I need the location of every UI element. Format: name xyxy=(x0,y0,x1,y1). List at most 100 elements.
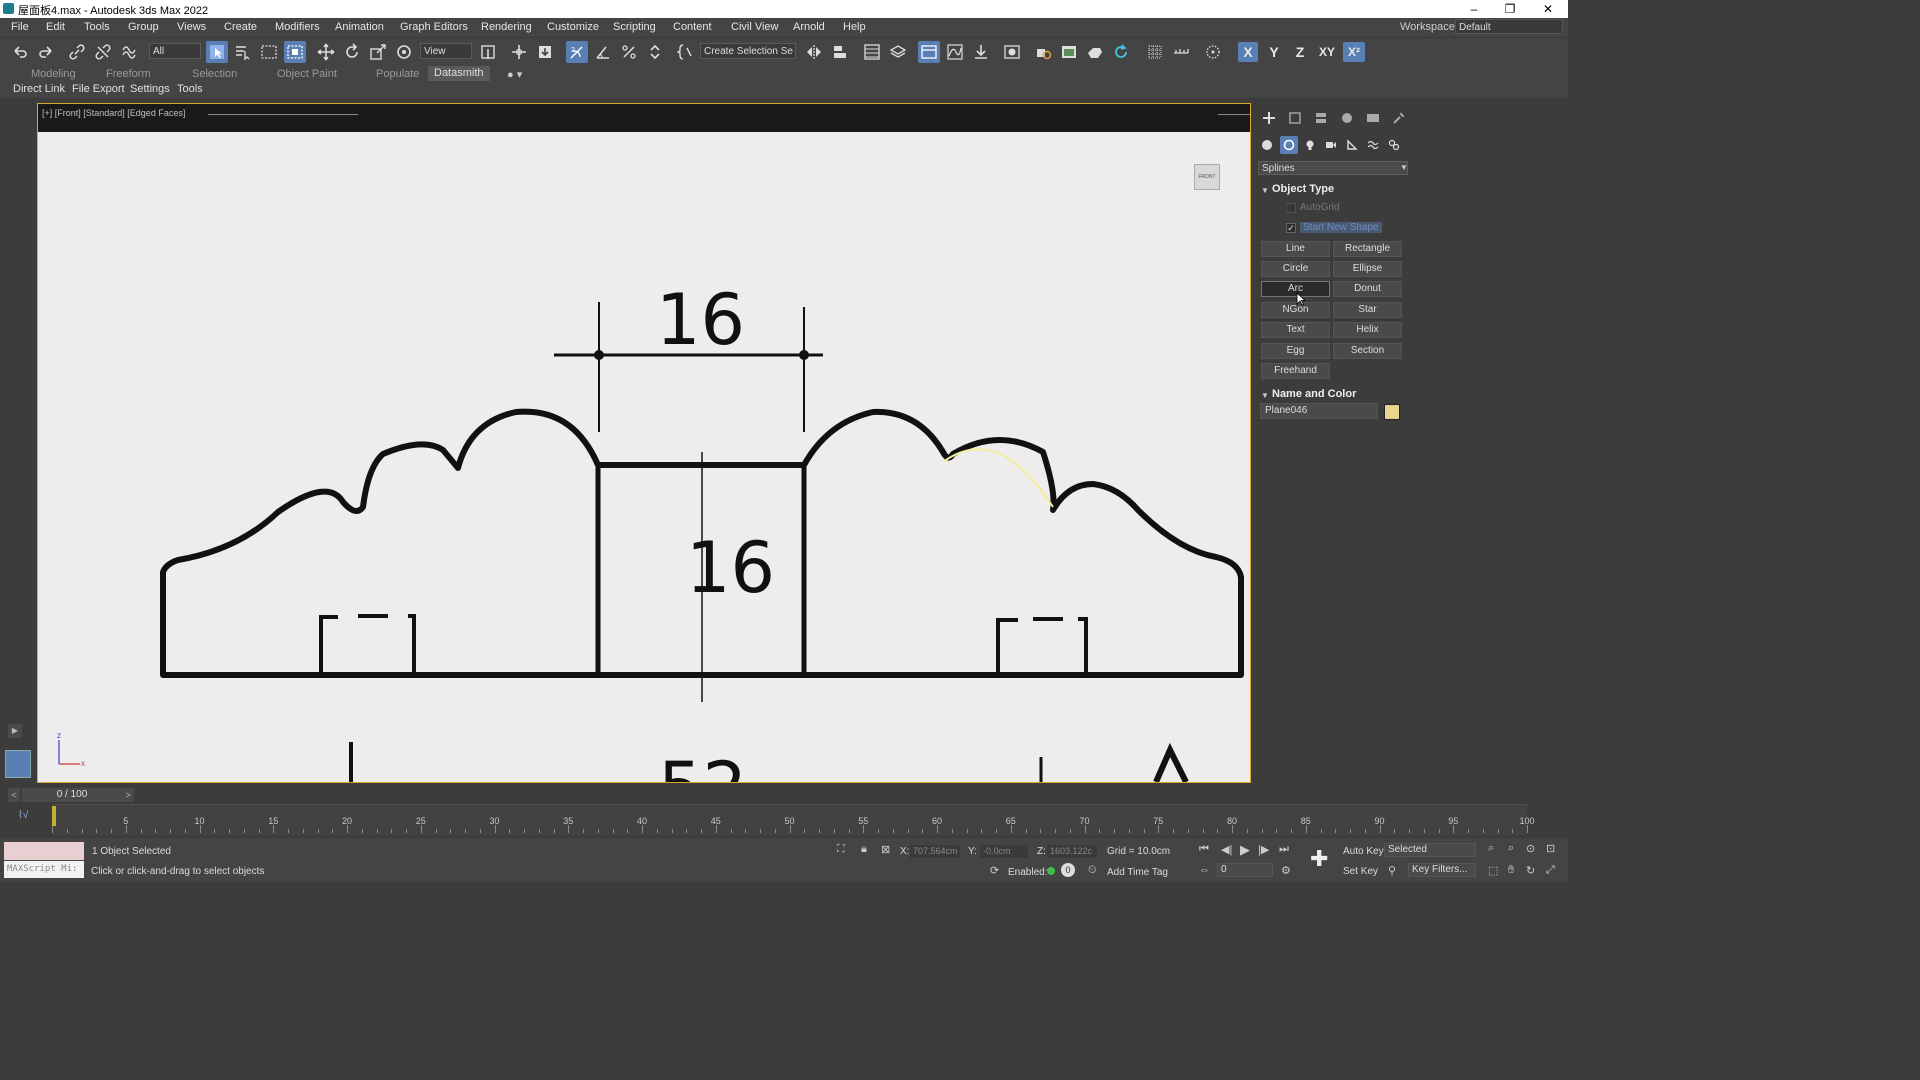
text-button[interactable]: Text xyxy=(1261,322,1330,338)
rollout-collapse-icon[interactable]: ▼ xyxy=(1261,391,1269,400)
key-filters-button[interactable]: Key Filters... xyxy=(1408,863,1476,877)
edit-named-selection-icon[interactable] xyxy=(675,41,697,63)
render-production-icon[interactable] xyxy=(1084,41,1106,63)
shapes-category-icon[interactable] xyxy=(1280,136,1298,154)
front-viewport[interactable]: [+] [Front] [Standard] [Edged Faces] 16 … xyxy=(37,103,1251,783)
set-keys-icon[interactable]: ✚ xyxy=(1310,846,1328,872)
current-frame-field[interactable]: 0 xyxy=(1217,863,1273,877)
menu-rendering[interactable]: Rendering xyxy=(481,21,532,33)
menu-scripting[interactable]: Scripting xyxy=(613,21,656,33)
modify-tab-icon[interactable] xyxy=(1286,109,1304,127)
display-tab-icon[interactable] xyxy=(1364,109,1382,127)
menu-civil-view[interactable]: Civil View xyxy=(731,21,778,33)
circle-button[interactable]: Circle xyxy=(1261,261,1330,277)
rectangular-selection-icon[interactable] xyxy=(258,41,280,63)
time-slider-thumb[interactable]: 0 / 100 xyxy=(22,788,122,802)
menu-customize[interactable]: Customize xyxy=(547,21,599,33)
restore-button[interactable]: ❐ xyxy=(1492,0,1528,18)
menu-arnold[interactable]: Arnold xyxy=(793,21,825,33)
align-icon[interactable] xyxy=(829,41,851,63)
hierarchy-tab-icon[interactable] xyxy=(1312,109,1330,127)
enabled-count-badge[interactable]: 0 xyxy=(1061,863,1075,877)
minimize-button[interactable]: – xyxy=(1456,0,1492,18)
ellipse-button[interactable]: Ellipse xyxy=(1333,261,1402,277)
go-to-end-icon[interactable]: ⏭ xyxy=(1279,843,1289,856)
pivot-center-icon[interactable] xyxy=(477,41,499,63)
reference-coordinate-select[interactable]: View xyxy=(420,43,472,59)
key-mode-select[interactable]: Selected xyxy=(1384,843,1476,857)
key-mode-toggle-icon[interactable]: ⇔ xyxy=(1199,864,1210,876)
donut-button[interactable]: Donut xyxy=(1333,281,1402,297)
axis-x-button[interactable]: X xyxy=(1238,42,1258,62)
menu-group[interactable]: Group xyxy=(128,21,159,33)
playhead[interactable] xyxy=(52,806,56,826)
pan-icon[interactable]: ✋︎ xyxy=(1508,864,1514,877)
field-of-view-icon[interactable]: ⬚ xyxy=(1488,864,1498,877)
object-name-field[interactable]: Plane046 xyxy=(1260,403,1378,419)
spinner-snap-icon[interactable] xyxy=(644,41,666,63)
reference-drawing[interactable]: 16 16 52 z x FRONT xyxy=(38,132,1250,782)
link-icon[interactable] xyxy=(66,41,88,63)
percent-snap-icon[interactable] xyxy=(618,41,640,63)
shape-category-select[interactable]: Splines xyxy=(1258,161,1408,175)
time-prev-button[interactable]: < xyxy=(8,788,20,802)
redo-icon[interactable] xyxy=(35,41,57,63)
dotted-circle-icon[interactable] xyxy=(1202,41,1224,63)
start-new-shape-checkbox[interactable]: ✓ xyxy=(1286,223,1296,233)
render-setup-icon[interactable] xyxy=(1032,41,1054,63)
lights-category-icon[interactable] xyxy=(1301,136,1319,154)
tab-selection[interactable]: Selection xyxy=(192,68,237,80)
tab-modeling[interactable]: Modeling xyxy=(31,68,76,80)
close-button[interactable]: ✕ xyxy=(1530,0,1566,18)
menu-animation[interactable]: Animation xyxy=(335,21,384,33)
render-active-shade-icon[interactable] xyxy=(1110,41,1132,63)
maximize-viewport-icon[interactable]: ⤢ xyxy=(1546,864,1555,877)
unlink-icon[interactable] xyxy=(92,41,114,63)
zoom-extents-all-icon[interactable]: ⊡ xyxy=(1546,842,1555,855)
zoom-extents-icon[interactable]: ⊙ xyxy=(1526,842,1535,855)
set-key-button[interactable]: Set Key xyxy=(1343,866,1378,877)
y-coordinate-field[interactable]: -0.0cm xyxy=(980,845,1028,858)
menu-create[interactable]: Create xyxy=(224,21,257,33)
menu-views[interactable]: Views xyxy=(177,21,206,33)
key-filters-icon[interactable]: ⚲ xyxy=(1388,864,1396,877)
freehand-button[interactable]: Freehand xyxy=(1261,363,1330,379)
axis-y-button[interactable]: Y xyxy=(1264,42,1284,62)
menu-tools[interactable]: Tools xyxy=(84,21,110,33)
axis-xy-button[interactable]: XY xyxy=(1316,42,1338,62)
utilities-tab-icon[interactable] xyxy=(1390,109,1408,127)
placement-icon[interactable] xyxy=(393,41,415,63)
viewcube[interactable]: FRONT xyxy=(1194,164,1220,190)
zoom-icon[interactable]: ⌕ xyxy=(1488,842,1494,855)
workspace-select[interactable]: Default xyxy=(1455,19,1563,34)
scale-icon[interactable] xyxy=(367,41,389,63)
settings-button[interactable]: Settings xyxy=(130,83,170,95)
section-button[interactable]: Section xyxy=(1333,343,1402,359)
track-bar[interactable]: ⌇√ 5 10 15 20 25 30 35 40 45 50 55 60 65 70 75 80 85 90 95… xyxy=(0,804,1568,838)
cameras-category-icon[interactable] xyxy=(1322,136,1340,154)
mini-curve-editor-icon[interactable]: ⌇√ xyxy=(18,810,28,821)
maxscript-output[interactable] xyxy=(4,842,84,860)
time-tag-icon[interactable]: ⏲ xyxy=(1088,864,1097,877)
viewport-label[interactable]: [+] [Front] [Standard] [Edged Faces] xyxy=(42,108,185,118)
space-warps-category-icon[interactable] xyxy=(1364,136,1382,154)
snaps-toggle-icon[interactable]: 2 xyxy=(566,41,588,63)
scene-explorer-icon[interactable] xyxy=(861,41,883,63)
adaptive-degradation-icon[interactable]: ⟳ xyxy=(990,864,999,877)
toggle-ribbon-icon[interactable] xyxy=(918,41,940,63)
tab-object-paint[interactable]: Object Paint xyxy=(277,68,337,80)
time-configuration-icon[interactable]: ⚙ xyxy=(1281,864,1291,877)
select-object-icon[interactable] xyxy=(206,41,228,63)
tab-populate[interactable]: Populate xyxy=(376,68,419,80)
geometry-category-icon[interactable] xyxy=(1258,136,1276,154)
undo-icon[interactable] xyxy=(9,41,31,63)
menu-help[interactable]: Help xyxy=(843,21,866,33)
lock-selection-icon[interactable]: 🔒︎ xyxy=(861,843,867,856)
helix-button[interactable]: Helix xyxy=(1333,322,1402,338)
menu-file[interactable]: File xyxy=(11,21,29,33)
select-and-manipulate-icon[interactable] xyxy=(508,41,530,63)
x-coordinate-field[interactable]: 707.564cm xyxy=(910,845,960,858)
previous-frame-icon[interactable]: ◀| xyxy=(1221,843,1232,856)
bind-space-warp-icon[interactable] xyxy=(118,41,140,63)
create-tab-icon[interactable] xyxy=(1260,109,1278,127)
